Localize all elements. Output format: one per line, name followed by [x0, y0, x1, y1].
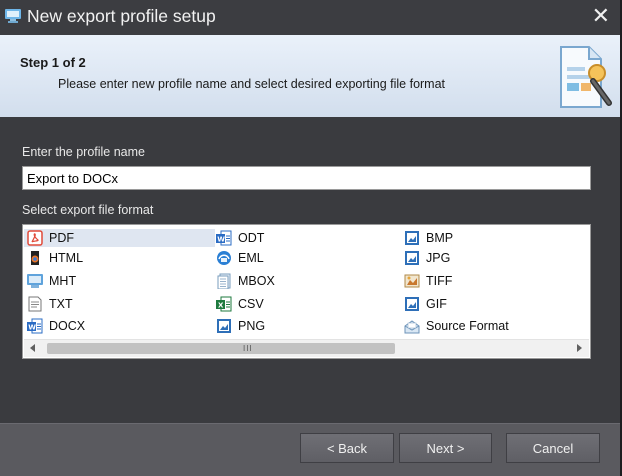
- scrollbar-thumb[interactable]: III: [47, 343, 395, 354]
- format-label: Source Format: [426, 319, 509, 333]
- export-profile-dialog: New export profile setup ✕ Step 1 of 2 P…: [0, 0, 622, 476]
- format-item-source-format[interactable]: Source Format: [404, 317, 509, 335]
- format-label: TIFF: [426, 274, 453, 288]
- jpg-icon: [405, 251, 419, 265]
- format-list[interactable]: PDF HTML MHT TXT W DOCX W ODT EML MBOX X…: [22, 224, 591, 359]
- format-item-html[interactable]: HTML: [27, 249, 83, 267]
- scroll-left-icon[interactable]: [30, 344, 35, 352]
- format-label: DOCX: [49, 319, 86, 333]
- format-item-csv[interactable]: X CSV: [216, 295, 264, 313]
- window-title: New export profile setup: [27, 6, 216, 26]
- format-item-txt[interactable]: TXT: [27, 295, 73, 313]
- wizard-header: Step 1 of 2 Please enter new profile nam…: [0, 35, 620, 117]
- format-item-tiff[interactable]: TIFF: [404, 272, 452, 290]
- format-item-eml[interactable]: EML: [216, 249, 264, 267]
- wizard-document-icon: [560, 46, 612, 108]
- mbox-icon: [217, 273, 231, 289]
- format-item-mbox[interactable]: MBOX: [216, 272, 275, 290]
- scroll-right-icon[interactable]: [577, 344, 582, 352]
- format-label: PDF: [49, 231, 74, 245]
- tiff-icon: [404, 274, 420, 288]
- format-label: MBOX: [238, 274, 275, 288]
- app-icon: [5, 9, 21, 23]
- pdf-icon: [27, 230, 43, 246]
- profile-name-label: Enter the profile name: [22, 145, 145, 159]
- format-item-pdf[interactable]: PDF: [24, 229, 215, 247]
- svg-text:W: W: [217, 236, 225, 244]
- format-item-png[interactable]: PNG: [216, 317, 265, 335]
- gif-icon: [405, 297, 419, 311]
- format-label: TXT: [49, 297, 73, 311]
- scrollbar-grip: III: [243, 344, 253, 353]
- odt-icon: W: [216, 230, 232, 246]
- format-label: ODT: [238, 231, 265, 245]
- png-icon: [217, 319, 231, 333]
- source-format-icon: [404, 320, 420, 334]
- format-item-bmp[interactable]: BMP: [404, 229, 453, 247]
- bmp-icon: [405, 231, 419, 245]
- svg-text:W: W: [28, 324, 36, 332]
- format-item-docx[interactable]: W DOCX: [27, 317, 85, 335]
- cancel-button[interactable]: Cancel: [506, 433, 600, 463]
- horizontal-scrollbar[interactable]: III: [24, 339, 589, 357]
- txt-icon: [28, 296, 42, 312]
- format-label: MHT: [49, 274, 77, 288]
- format-label: BMP: [426, 231, 454, 245]
- wizard-footer: < Back Next > Cancel: [0, 423, 620, 476]
- format-label: EML: [238, 251, 264, 265]
- next-button[interactable]: Next >: [399, 433, 492, 463]
- title-bar[interactable]: New export profile setup ✕: [0, 0, 620, 35]
- svg-text:X: X: [218, 302, 224, 310]
- format-item-mht[interactable]: MHT: [27, 272, 76, 290]
- format-list-label: Select export file format: [22, 203, 154, 217]
- step-description: Please enter new profile name and select…: [58, 77, 446, 91]
- html-icon: [31, 251, 39, 265]
- format-label: PNG: [238, 319, 266, 333]
- csv-icon: X: [216, 296, 232, 312]
- docx-icon: W: [27, 318, 43, 334]
- mht-icon: [27, 274, 43, 288]
- eml-icon: [217, 251, 231, 265]
- format-item-odt[interactable]: W ODT: [216, 229, 264, 247]
- format-label: CSV: [238, 297, 264, 311]
- back-button[interactable]: < Back: [300, 433, 394, 463]
- format-item-jpg[interactable]: JPG: [404, 249, 450, 267]
- format-label: JPG: [426, 251, 451, 265]
- format-label: GIF: [426, 297, 447, 311]
- format-label: HTML: [49, 251, 84, 265]
- format-item-gif[interactable]: GIF: [404, 295, 447, 313]
- step-indicator: Step 1 of 2: [20, 55, 86, 70]
- close-icon[interactable]: ✕: [592, 4, 610, 28]
- profile-name-input[interactable]: [22, 166, 591, 190]
